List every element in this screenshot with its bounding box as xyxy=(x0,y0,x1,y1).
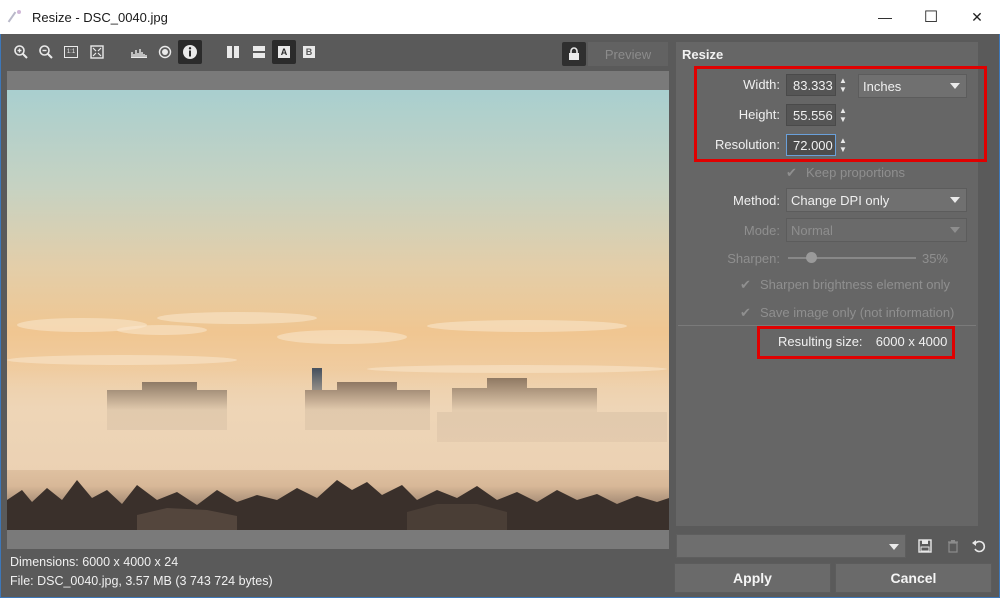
undo-icon[interactable] xyxy=(970,537,988,555)
mode-label: Mode: xyxy=(743,223,780,238)
panel-title: Resize xyxy=(682,47,724,62)
checkmark-icon: ✔ xyxy=(740,304,751,320)
checkmark-icon: ✔ xyxy=(786,164,797,180)
sharpen-brightness-checkbox[interactable]: ✔ Sharpen brightness element only xyxy=(740,277,950,292)
highlight-box-size xyxy=(694,66,987,162)
info-icon[interactable] xyxy=(178,40,202,64)
tree-line xyxy=(7,480,669,530)
delete-preset-icon[interactable] xyxy=(944,537,962,555)
highlight-box-result xyxy=(757,326,955,359)
view-a-icon[interactable]: A xyxy=(272,40,296,64)
minimize-button[interactable]: — xyxy=(862,0,908,34)
method-select[interactable]: Change DPI only xyxy=(786,188,967,212)
sharpen-label: Sharpen: xyxy=(727,251,780,266)
mode-select-value: Normal xyxy=(791,222,833,238)
status-dimensions: Dimensions: 6000 x 4000 x 24 xyxy=(10,555,179,569)
image-preview-area[interactable] xyxy=(7,71,669,549)
window-controls: — ☐ ✕ xyxy=(862,0,1000,34)
status-file: File: DSC_0040.jpg, 3.57 MB (3 743 724 b… xyxy=(10,574,273,588)
sharpen-value: 35% xyxy=(921,251,948,266)
close-button[interactable]: ✕ xyxy=(954,0,1000,34)
lock-button[interactable] xyxy=(562,42,586,66)
histogram-icon[interactable] xyxy=(129,42,149,62)
close-icon: ✕ xyxy=(971,8,983,25)
photo-preview xyxy=(7,90,669,530)
circle-icon[interactable] xyxy=(155,42,175,62)
lock-icon xyxy=(569,47,579,60)
title-bar: Resize - DSC_0040.jpg — ☐ ✕ xyxy=(0,0,1000,34)
sharpen-slider-thumb[interactable] xyxy=(806,252,817,263)
zoom-out-icon[interactable] xyxy=(36,42,56,62)
split-vertical-icon[interactable] xyxy=(223,42,243,62)
method-select-value: Change DPI only xyxy=(791,192,890,208)
cancel-button[interactable]: Cancel xyxy=(835,563,992,593)
checkmark-icon: ✔ xyxy=(740,276,751,292)
preset-select[interactable] xyxy=(676,534,906,558)
save-preset-icon[interactable] xyxy=(916,537,934,555)
keep-proportions-label: Keep proportions xyxy=(806,165,906,180)
chevron-down-icon xyxy=(950,227,960,233)
app-icon xyxy=(8,9,24,25)
method-label: Method: xyxy=(733,193,780,208)
window-title: Resize - DSC_0040.jpg xyxy=(32,9,168,25)
save-image-only-label: Save image only (not information) xyxy=(760,305,955,320)
mode-select[interactable]: Normal xyxy=(786,218,967,242)
maximize-icon: ☐ xyxy=(923,9,939,26)
chevron-down-icon xyxy=(950,197,960,203)
zoom-1-1-icon[interactable]: 1:1 xyxy=(61,42,81,62)
zoom-fit-icon[interactable] xyxy=(87,42,107,62)
minimize-icon: — xyxy=(878,9,892,25)
zoom-in-icon[interactable] xyxy=(11,42,31,62)
maximize-button[interactable]: ☐ xyxy=(908,0,954,34)
preview-button[interactable]: Preview xyxy=(588,42,668,66)
view-b-icon[interactable]: B xyxy=(299,42,319,62)
apply-button[interactable]: Apply xyxy=(674,563,831,593)
sharpen-brightness-label: Sharpen brightness element only xyxy=(760,277,951,292)
keep-proportions-checkbox[interactable]: ✔ Keep proportions xyxy=(786,165,905,180)
chevron-down-icon xyxy=(889,544,899,550)
save-image-only-checkbox[interactable]: ✔ Save image only (not information) xyxy=(740,305,954,320)
split-horizontal-icon[interactable] xyxy=(249,42,269,62)
status-bar: Dimensions: 6000 x 4000 x 24 File: DSC_0… xyxy=(10,553,273,591)
